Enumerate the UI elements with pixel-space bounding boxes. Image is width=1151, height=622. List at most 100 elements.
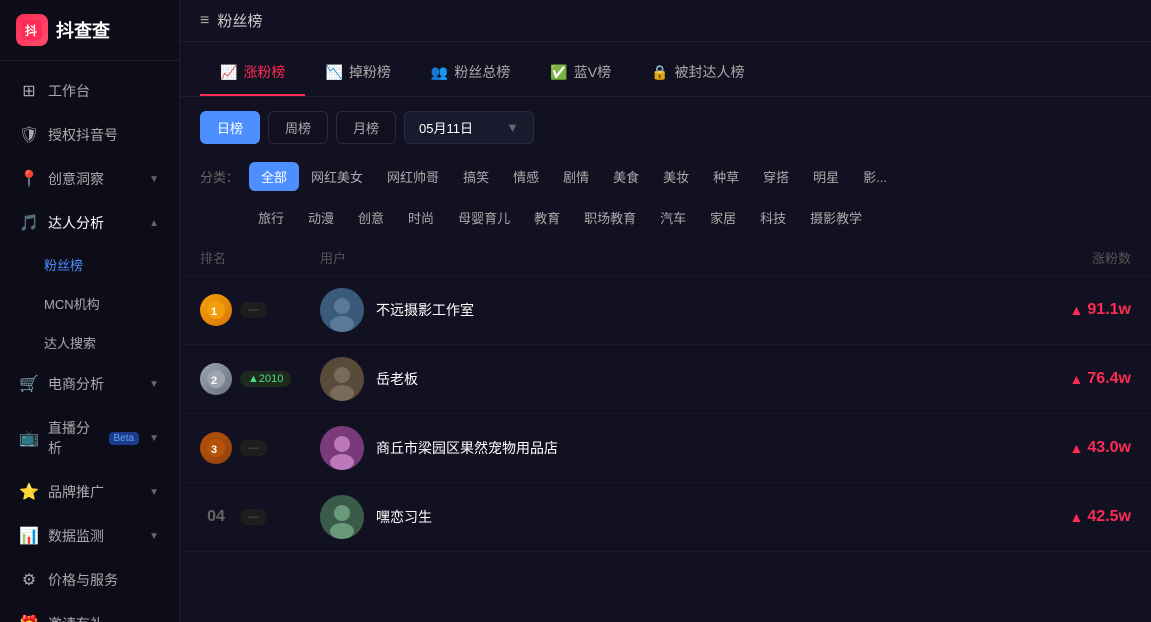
cat-funny[interactable]: 搞笑	[451, 162, 501, 191]
user-area: 不远摄影工作室	[320, 288, 971, 332]
cat-film[interactable]: 影...	[851, 162, 899, 191]
chart-icon: 📊	[20, 527, 38, 545]
table-row[interactable]: 04 — 嘿恋习生 ▲ 42.5w	[180, 483, 1151, 552]
up-arrow-icon: ▲	[1070, 302, 1084, 318]
rank-number: 04	[200, 501, 232, 533]
date-picker[interactable]: 05月11日 ▼	[404, 111, 534, 144]
gift-icon: 🎁	[20, 615, 38, 622]
sidebar-item-workspace[interactable]: ⊞ 工作台	[0, 69, 179, 113]
period-week-button[interactable]: 周榜	[268, 111, 328, 144]
period-month-button[interactable]: 月榜	[336, 111, 396, 144]
sidebar-item-influencer[interactable]: 🎵 达人分析 ▲	[0, 201, 179, 245]
table-row[interactable]: 3 — 商丘市梁园区果然宠物用品店 ▲ 43.0w	[180, 414, 1151, 483]
cat-food[interactable]: 美食	[601, 162, 651, 191]
rank-change-value: ▲2010	[248, 373, 283, 385]
rank-change-value: —	[248, 511, 259, 523]
sidebar-item-brand[interactable]: ⭐ 品牌推广 ▼	[0, 470, 179, 514]
user-area: 嘿恋习生	[320, 495, 971, 539]
sidebar-item-label: 达人分析	[48, 213, 104, 233]
chevron-icon: ▼	[149, 487, 159, 498]
app-name: 抖查查	[56, 17, 110, 43]
sidebar-item-auth[interactable]: 🛡 授权抖音号	[0, 113, 179, 157]
chart-up-icon: 📈	[220, 64, 237, 81]
up-arrow-icon: ▲	[1070, 371, 1084, 387]
rank-change: ▲2010	[240, 371, 291, 387]
sidebar-sub-label: MCN机构	[44, 294, 100, 313]
beta-badge: Beta	[109, 432, 140, 445]
cat-style[interactable]: 时尚	[396, 203, 446, 232]
sidebar-item-ecom[interactable]: 🛒 电商分析 ▼	[0, 362, 179, 406]
cat-cosmetics[interactable]: 美妆	[651, 162, 701, 191]
sidebar-item-monitor[interactable]: 📊 数据监测 ▼	[0, 514, 179, 558]
cat-workplace[interactable]: 职场教育	[572, 203, 648, 232]
sidebar-item-pricing[interactable]: ⚙ 价格与服务	[0, 558, 179, 602]
rank-medal-silver: 2	[200, 363, 232, 395]
rank-change: —	[240, 302, 267, 318]
chart-down-icon: 📉	[325, 64, 342, 81]
col-rank-header: 排名	[200, 248, 320, 267]
sidebar-sub-label: 达人搜索	[44, 333, 96, 352]
chevron-icon: ▲	[149, 218, 159, 229]
check-icon: ✅	[550, 64, 567, 81]
rank-area: 1 —	[200, 294, 320, 326]
sidebar-item-label: 邀请有礼	[48, 614, 104, 622]
col-fans-header: 涨粉数	[971, 248, 1131, 267]
cat-car[interactable]: 汽车	[648, 203, 698, 232]
cat-edu[interactable]: 教育	[522, 203, 572, 232]
cat-fashion[interactable]: 穿搭	[751, 162, 801, 191]
table-row[interactable]: 2 ▲2010 岳老板 ▲ 76.4w	[180, 345, 1151, 414]
cat-photo-edu[interactable]: 摄影教学	[798, 203, 874, 232]
logo-area: 抖 抖查查	[0, 0, 179, 61]
category-label: 分类：	[200, 167, 239, 186]
sidebar-item-label: 直播分析	[48, 418, 95, 458]
chevron-icon: ▼	[149, 433, 159, 444]
rank-medal-bronze: 3	[200, 432, 232, 464]
cat-beauty-girl[interactable]: 网红美女	[299, 162, 375, 191]
tab-fans-total[interactable]: 👥 粉丝总榜	[411, 54, 530, 96]
cat-creative2[interactable]: 创意	[346, 203, 396, 232]
table-row[interactable]: 1 — 不远摄影工作室 ▲ 91.1w	[180, 276, 1151, 345]
cat-parenting[interactable]: 母婴育儿	[446, 203, 522, 232]
chevron-icon: ▼	[149, 174, 159, 185]
cat-travel[interactable]: 旅行	[246, 203, 296, 232]
tab-fans-down[interactable]: 📉 掉粉榜	[305, 54, 410, 96]
cat-handsome-guy[interactable]: 网红帅哥	[375, 162, 451, 191]
up-arrow-icon: ▲	[1070, 440, 1084, 456]
cat-tech[interactable]: 科技	[748, 203, 798, 232]
svg-text:3: 3	[211, 444, 217, 456]
cat-all[interactable]: 全部	[249, 162, 299, 191]
users-icon: 👥	[431, 64, 448, 81]
sidebar-item-search[interactable]: 达人搜索	[0, 323, 179, 362]
tab-blue-v[interactable]: ✅ 蓝V榜	[530, 54, 631, 96]
music-icon: 🎵	[20, 214, 38, 232]
cat-grass[interactable]: 种草	[701, 162, 751, 191]
tab-fans-up[interactable]: 📈 涨粉榜	[200, 54, 305, 96]
svg-text:抖: 抖	[25, 23, 37, 38]
rank-area: 2 ▲2010	[200, 363, 320, 395]
sidebar-item-invite[interactable]: 🎁 邀请有礼	[0, 602, 179, 622]
tab-blue-v-label: 蓝V榜	[574, 62, 611, 82]
cat-celebrity[interactable]: 明星	[801, 162, 851, 191]
sidebar-item-fans-rank[interactable]: 粉丝榜	[0, 245, 179, 284]
user-name: 不远摄影工作室	[376, 300, 474, 320]
rank-change-value: —	[248, 304, 259, 316]
category-row-1: 分类： 全部 网红美女 网红帅哥 搞笑 情感 剧情 美食 美妆 种草 穿搭 明星…	[180, 158, 1151, 199]
cat-home[interactable]: 家居	[698, 203, 748, 232]
period-day-button[interactable]: 日榜	[200, 111, 260, 144]
sidebar-sub-label: 粉丝榜	[44, 255, 83, 274]
sidebar-item-live[interactable]: 📺 直播分析 Beta ▼	[0, 406, 179, 470]
sidebar-item-mcn[interactable]: MCN机构	[0, 284, 179, 323]
cat-drama[interactable]: 剧情	[551, 162, 601, 191]
rank-num-value: 04	[207, 508, 225, 526]
tabs-row: 📈 涨粉榜 📉 掉粉榜 👥 粉丝总榜 ✅ 蓝V榜 🔒 被封达人榜	[180, 42, 1151, 97]
cat-anime[interactable]: 动漫	[296, 203, 346, 232]
table-header: 排名 用户 涨粉数	[180, 240, 1151, 276]
rank-medal-gold: 1	[200, 294, 232, 326]
tab-locked[interactable]: 🔒 被封达人榜	[631, 54, 764, 96]
sidebar-item-creative[interactable]: 📍 创意洞察 ▼	[0, 157, 179, 201]
fans-value: 42.5w	[1087, 508, 1131, 526]
cat-emotion[interactable]: 情感	[501, 162, 551, 191]
shield-icon: 🛡	[20, 126, 38, 144]
avatar	[320, 495, 364, 539]
fans-count: ▲ 76.4w	[971, 370, 1131, 388]
